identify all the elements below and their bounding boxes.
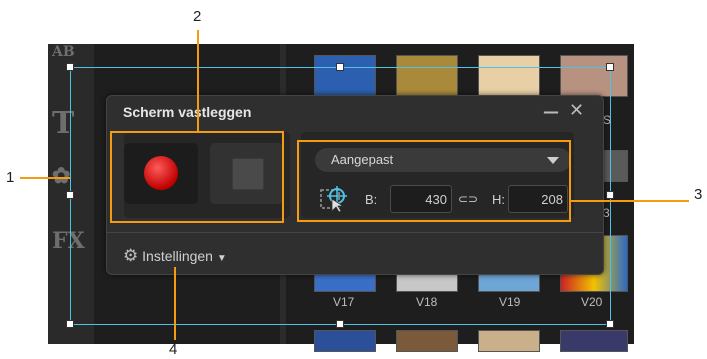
settings-button[interactable]: ⚙ Instellingen ▼ [123,246,227,266]
thumbnail[interactable] [478,330,540,352]
video-label: V19 [499,295,521,309]
resize-handle[interactable] [336,320,344,328]
thumbnail[interactable] [314,272,376,292]
resize-handle[interactable] [66,63,74,71]
fx-icon[interactable]: FX [52,228,85,254]
callout-box-2 [110,131,284,223]
resize-handle[interactable] [336,63,344,71]
gear-icon: ⚙ [123,246,139,265]
resize-handle[interactable] [606,191,614,199]
thumbnail[interactable] [602,150,628,182]
resize-handle[interactable] [606,63,614,71]
resize-handle[interactable] [606,320,614,328]
thumbnail[interactable] [314,330,376,352]
callout-number: 3 [694,186,703,203]
thumbnail[interactable] [560,330,628,352]
thumbnail[interactable] [314,55,376,97]
video-label: V20 [581,295,603,309]
resize-handle[interactable] [66,320,74,328]
minimize-icon[interactable]: — [543,102,559,121]
settings-label: Instellingen [142,248,213,264]
callout-line-1 [20,177,70,179]
close-icon[interactable]: ✕ [569,100,584,121]
graphics-icon[interactable]: ✿ [52,163,70,189]
callout-line-3 [571,200,689,202]
chevron-down-icon: ▼ [216,253,227,264]
callout-number: 2 [193,8,202,25]
callout-line-4 [174,267,176,340]
callout-number: 1 [6,169,15,186]
thumbnail[interactable] [560,55,628,97]
thumbnail[interactable] [396,330,458,352]
video-label: V17 [333,295,355,309]
video-label: V18 [416,295,438,309]
thumbnail[interactable] [396,272,458,292]
thumbnail[interactable] [396,55,458,97]
text-style-icon[interactable]: AB [52,44,75,60]
callout-line-2 [197,30,199,131]
thumbnail[interactable] [478,272,540,292]
panel-title: Scherm vastleggen [123,104,252,120]
divider [107,232,603,233]
callout-box-3 [297,140,571,222]
resize-handle[interactable] [66,191,74,199]
callout-number: 4 [169,341,178,358]
thumbnail[interactable] [478,55,540,97]
video-label: 3 [603,206,610,220]
